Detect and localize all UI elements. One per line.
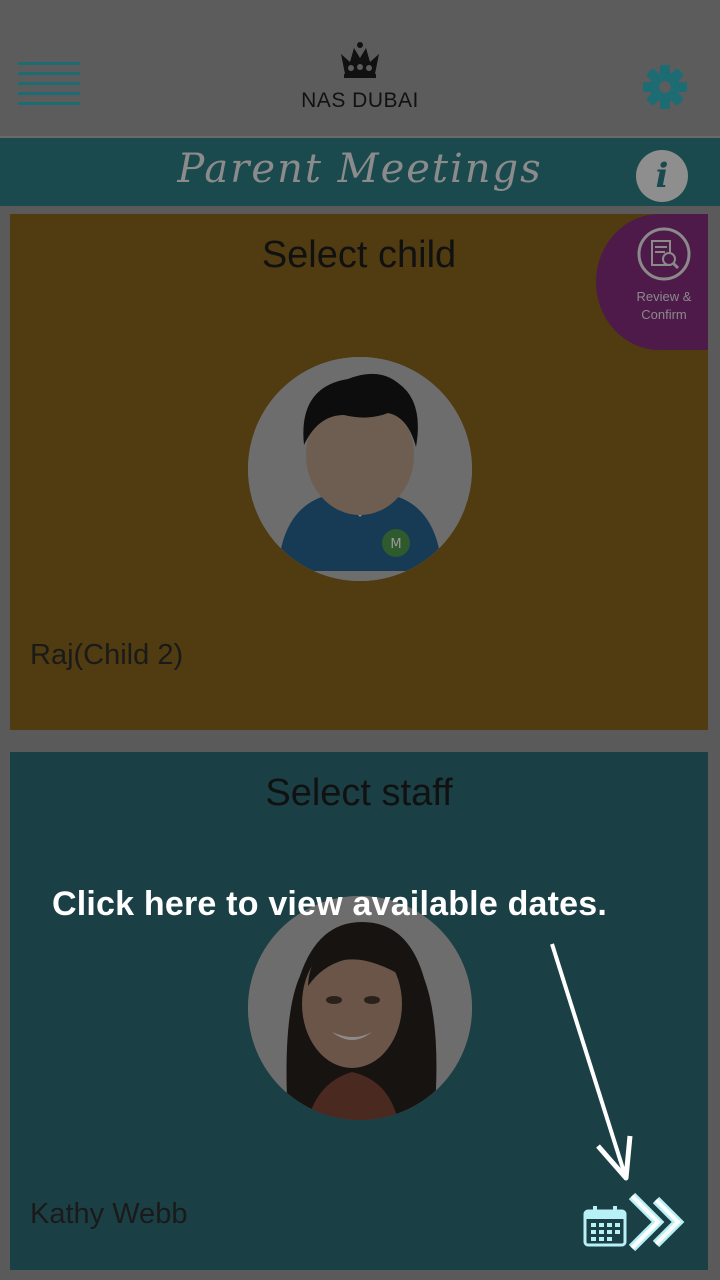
child-avatar-icon[interactable]: M [248, 357, 472, 581]
school-logo: NAS DUBAI [280, 40, 440, 116]
staff-name: Kathy Webb [30, 1198, 188, 1230]
info-icon[interactable]: i [636, 150, 688, 202]
app-header: NAS DUBAI [0, 0, 720, 136]
crown-crest-icon [341, 42, 379, 78]
double-chevron-right-icon[interactable] [626, 1190, 690, 1254]
calendar-icon[interactable] [582, 1204, 628, 1248]
hint-arrow-icon [550, 943, 633, 1181]
onboarding-hint-text: Click here to view available dates. [52, 885, 608, 923]
hamburger-menu-icon[interactable] [18, 62, 80, 106]
document-magnifier-icon [637, 227, 691, 281]
title-bar: Parent Meetings i [0, 136, 720, 206]
staff-photo[interactable] [248, 896, 472, 1120]
logo-text: NAS DUBAI [301, 89, 419, 112]
page-title: Parent Meetings [177, 146, 543, 192]
child-name: Raj(Child 2) [30, 639, 184, 671]
select-staff-title: Select staff [265, 772, 453, 814]
review-confirm-label: Review & Confirm [636, 289, 692, 322]
svg-text:M: M [390, 537, 401, 552]
gear-icon[interactable] [640, 62, 690, 112]
